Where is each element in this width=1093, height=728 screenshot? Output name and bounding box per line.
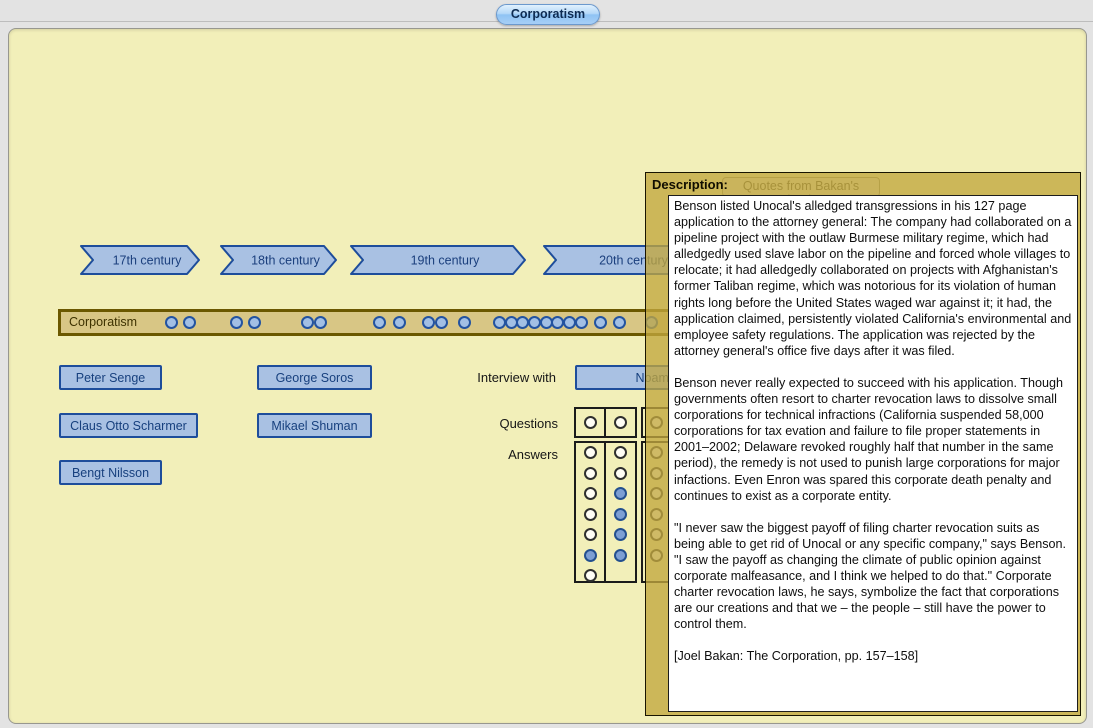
svg-text:17th century: 17th century bbox=[113, 254, 183, 268]
person-button-bengt-nilsson[interactable]: Bengt Nilsson bbox=[59, 460, 162, 485]
answer-dot-selected[interactable] bbox=[583, 548, 597, 562]
timeline-dot[interactable] bbox=[458, 316, 471, 329]
answer-dot[interactable] bbox=[583, 507, 597, 521]
interview-with-label: Interview with bbox=[477, 370, 556, 385]
person-button-peter-senge[interactable]: Peter Senge bbox=[59, 365, 162, 390]
timeline-dot[interactable] bbox=[301, 316, 314, 329]
century-marker-19th-century: 19th century bbox=[350, 245, 526, 275]
century-marker-17th-century: 17th century bbox=[80, 245, 200, 275]
questions-label: Questions bbox=[499, 416, 558, 431]
answer-dot[interactable] bbox=[614, 466, 627, 480]
answer-dot-selected[interactable] bbox=[614, 487, 627, 500]
description-paragraph: Benson never really expected to succeed … bbox=[674, 375, 1064, 503]
timeline-dot[interactable] bbox=[373, 316, 386, 329]
answer-dot[interactable] bbox=[583, 528, 597, 541]
answer-dot-selected[interactable] bbox=[614, 548, 627, 562]
answer-dot[interactable] bbox=[614, 446, 627, 459]
description-panel: Description: Benson listed Unocal's alle… bbox=[645, 172, 1081, 716]
answer-dot-selected[interactable] bbox=[614, 528, 627, 541]
timeline-dot[interactable] bbox=[422, 316, 435, 329]
answer-dot[interactable] bbox=[583, 466, 597, 480]
timeline-dot[interactable] bbox=[613, 316, 626, 329]
timeline-dot[interactable] bbox=[230, 316, 243, 329]
svg-text:18th century: 18th century bbox=[251, 254, 321, 268]
svg-text:19th century: 19th century bbox=[411, 254, 481, 268]
answer-dot[interactable] bbox=[614, 415, 627, 429]
tab-corporatism[interactable]: Corporatism bbox=[496, 4, 600, 25]
answer-dot[interactable] bbox=[583, 487, 597, 500]
timeline-dot[interactable] bbox=[248, 316, 261, 329]
timeline-dot[interactable] bbox=[575, 316, 588, 329]
answer-dot[interactable] bbox=[583, 415, 597, 429]
application-window: Corporatism Corporatism Interview with Q… bbox=[0, 0, 1093, 728]
timeline-dot[interactable] bbox=[183, 316, 196, 329]
content-panel: Corporatism Interview with Questions Ans… bbox=[8, 28, 1087, 724]
person-button-claus-otto-scharmer[interactable]: Claus Otto Scharmer bbox=[59, 413, 198, 438]
answer-dot-selected[interactable] bbox=[614, 507, 627, 521]
timeline-dot[interactable] bbox=[435, 316, 448, 329]
timeline-dot[interactable] bbox=[393, 316, 406, 329]
timeline-dot[interactable] bbox=[594, 316, 607, 329]
answer-dot[interactable] bbox=[583, 569, 597, 582]
description-title: Description: bbox=[652, 177, 728, 192]
person-button-mikael-shuman[interactable]: Mikael Shuman bbox=[257, 413, 372, 438]
person-button-george-soros[interactable]: George Soros bbox=[257, 365, 372, 390]
description-paragraph: [Joel Bakan: The Corporation, pp. 157–15… bbox=[674, 649, 919, 664]
answers-label: Answers bbox=[508, 447, 558, 462]
timeline-dot[interactable] bbox=[314, 316, 327, 329]
description-text: Benson listed Unocal's alledged transgre… bbox=[668, 195, 1078, 712]
map-stage: Corporatism Interview with Questions Ans… bbox=[9, 29, 1086, 723]
answer-dot[interactable] bbox=[583, 446, 597, 459]
description-paragraph: Benson listed Unocal's alledged transgre… bbox=[674, 199, 1072, 358]
timeline-dot[interactable] bbox=[165, 316, 178, 329]
description-paragraph: "I never saw the biggest payoff of filin… bbox=[674, 520, 1067, 632]
century-marker-18th-century: 18th century bbox=[220, 245, 337, 275]
